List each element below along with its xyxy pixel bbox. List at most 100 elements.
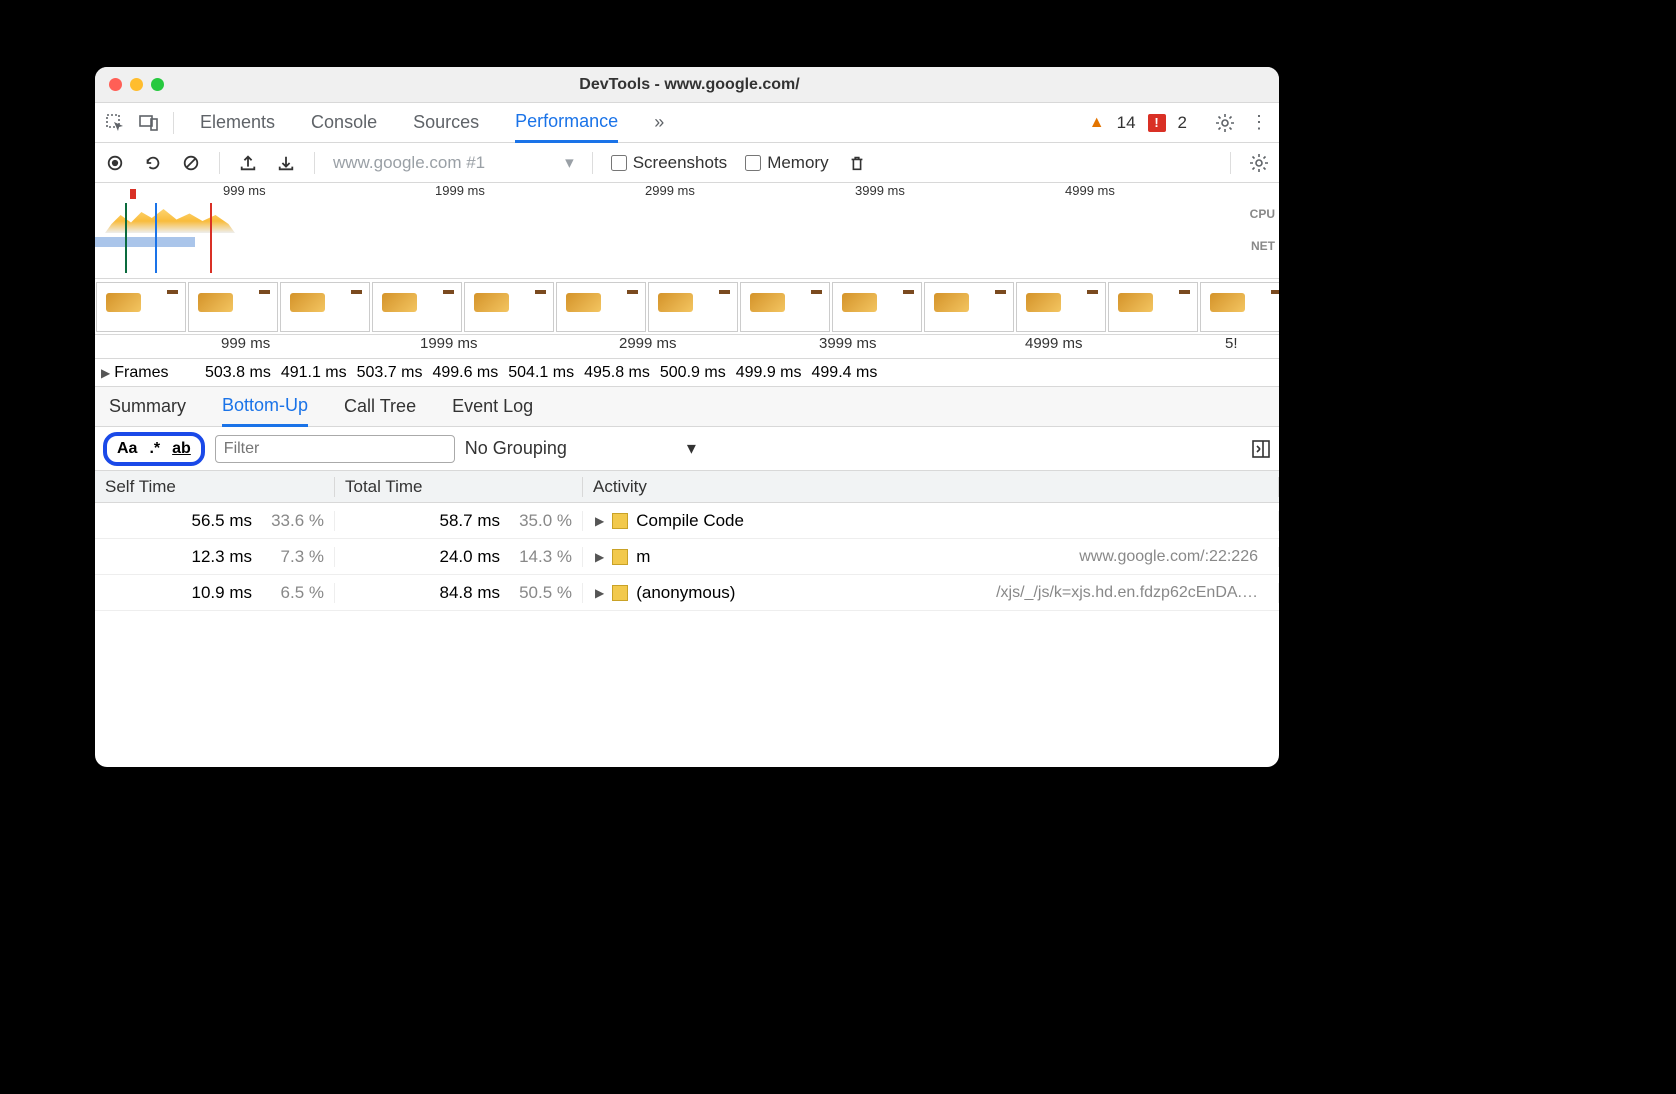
marker-line (125, 203, 127, 273)
expand-triangle-icon[interactable]: ▶ (595, 514, 604, 528)
tab-more[interactable]: » (654, 104, 664, 141)
frames-track[interactable]: ▶ Frames 503.8 ms 491.1 ms 503.7 ms 499.… (95, 359, 1279, 387)
frame-time: 499.9 ms (736, 364, 802, 382)
load-profile-icon[interactable] (238, 153, 258, 173)
filter-bar: Aa .* ab No Grouping ▾ (95, 427, 1279, 471)
tick: 4999 ms (1025, 335, 1083, 352)
screenshot-thumbnails[interactable] (95, 279, 1279, 335)
cell-activity: ▶ (anonymous) /xjs/_/js/k=xjs.hd.en.fdzp… (583, 583, 1279, 603)
tab-summary[interactable]: Summary (109, 388, 186, 425)
screenshots-label: Screenshots (633, 153, 728, 173)
tick: 2999 ms (645, 183, 695, 198)
bottom-up-table: Self Time Total Time Activity 56.5 ms 33… (95, 471, 1279, 767)
col-total-time[interactable]: Total Time (335, 477, 583, 497)
separator (1230, 152, 1231, 174)
expand-triangle-icon[interactable]: ▶ (595, 586, 604, 600)
thumbnail[interactable] (648, 282, 738, 332)
performance-toolbar: www.google.com #1 ▾ Screenshots Memory (95, 143, 1279, 183)
thumbnail[interactable] (1200, 282, 1279, 332)
overview-side-labels: CPU NET (1250, 207, 1275, 271)
settings-gear-icon[interactable] (1215, 113, 1235, 133)
frame-time: 500.9 ms (660, 364, 726, 382)
screenshots-checkbox-input[interactable] (611, 155, 627, 171)
capture-settings-gear-icon[interactable] (1249, 153, 1269, 173)
frame-time: 491.1 ms (281, 364, 347, 382)
main-tabs: Elements Console Sources Performance » (200, 103, 664, 143)
memory-checkbox[interactable]: Memory (745, 153, 828, 173)
chevron-down-icon: ▾ (687, 438, 696, 459)
thumbnail[interactable] (832, 282, 922, 332)
thumbnail[interactable] (1108, 282, 1198, 332)
regex-button[interactable]: .* (149, 440, 160, 458)
grouping-selector[interactable]: No Grouping ▾ (465, 438, 696, 459)
inspect-element-icon[interactable] (105, 113, 125, 133)
thumbnail[interactable] (556, 282, 646, 332)
timeline-overview[interactable]: 999 ms 1999 ms 2999 ms 3999 ms 4999 ms C… (95, 183, 1279, 279)
reload-icon[interactable] (143, 153, 163, 173)
net-label: NET (1250, 239, 1275, 253)
tab-call-tree[interactable]: Call Tree (344, 388, 416, 425)
frames-values: 503.8 ms 491.1 ms 503.7 ms 499.6 ms 504.… (205, 364, 1279, 382)
thumbnail[interactable] (372, 282, 462, 332)
garbage-collect-icon[interactable] (847, 153, 867, 173)
thumbnail[interactable] (740, 282, 830, 332)
source-link[interactable]: www.google.com/:22:226 (1079, 548, 1258, 566)
filter-input[interactable] (215, 435, 455, 463)
cpu-label: CPU (1250, 207, 1275, 221)
thumbnail[interactable] (1016, 282, 1106, 332)
tab-performance[interactable]: Performance (515, 103, 618, 143)
clear-icon[interactable] (181, 153, 201, 173)
match-whole-word-button[interactable]: ab (172, 440, 191, 458)
thumbnail[interactable] (188, 282, 278, 332)
activity-name: (anonymous) (636, 583, 735, 603)
scripting-swatch-icon (612, 585, 628, 601)
detail-tabs: Summary Bottom-Up Call Tree Event Log (95, 387, 1279, 427)
source-link[interactable]: /xjs/_/js/k=xjs.hd.en.fdzp62cEnDA.… (996, 584, 1258, 602)
tick: 3999 ms (855, 183, 905, 198)
thumbnail[interactable] (280, 282, 370, 332)
frames-label: Frames (114, 364, 168, 382)
scripting-swatch-icon (612, 549, 628, 565)
separator (592, 152, 593, 174)
thumbnail[interactable] (96, 282, 186, 332)
save-profile-icon[interactable] (276, 153, 296, 173)
marker-line (210, 203, 212, 273)
issues-badges[interactable]: ▲ 14 ! 2 (1089, 113, 1187, 133)
show-heaviest-stack-icon[interactable] (1251, 439, 1271, 459)
separator (314, 152, 315, 174)
tab-bottom-up[interactable]: Bottom-Up (222, 387, 308, 427)
match-case-button[interactable]: Aa (117, 440, 137, 458)
cell-self-time: 56.5 ms 33.6 % (95, 511, 335, 531)
tick: 1999 ms (435, 183, 485, 198)
tab-elements[interactable]: Elements (200, 104, 275, 141)
profile-selector[interactable]: www.google.com #1 ▾ (333, 153, 574, 173)
table-row[interactable]: 10.9 ms 6.5 % 84.8 ms 50.5 % ▶ (anonymou… (95, 575, 1279, 611)
table-row[interactable]: 12.3 ms 7.3 % 24.0 ms 14.3 % ▶ m www.goo… (95, 539, 1279, 575)
record-icon[interactable] (105, 153, 125, 173)
flamechart-ruler[interactable]: 999 ms 1999 ms 2999 ms 3999 ms 4999 ms 5… (95, 335, 1279, 359)
screenshots-checkbox[interactable]: Screenshots (611, 153, 728, 173)
error-square-icon: ! (1148, 114, 1166, 132)
kebab-menu-icon[interactable]: ⋮ (1249, 113, 1269, 133)
thumbnail[interactable] (464, 282, 554, 332)
cell-self-time: 10.9 ms 6.5 % (95, 583, 335, 603)
col-self-time[interactable]: Self Time (95, 477, 335, 497)
expand-triangle-icon[interactable]: ▶ (595, 550, 604, 564)
error-count: 2 (1178, 113, 1187, 133)
table-row[interactable]: 56.5 ms 33.6 % 58.7 ms 35.0 % ▶ Compile … (95, 503, 1279, 539)
tab-sources[interactable]: Sources (413, 104, 479, 141)
activity-name: Compile Code (636, 511, 744, 531)
tab-console[interactable]: Console (311, 104, 377, 141)
cell-activity: ▶ m www.google.com/:22:226 (583, 547, 1279, 567)
tab-event-log[interactable]: Event Log (452, 388, 533, 425)
memory-label: Memory (767, 153, 828, 173)
frame-time: 503.8 ms (205, 364, 271, 382)
expand-triangle-icon[interactable]: ▶ (101, 366, 110, 380)
frames-track-header[interactable]: ▶ Frames (95, 364, 205, 382)
device-toolbar-icon[interactable] (139, 113, 159, 133)
col-activity[interactable]: Activity (583, 477, 1279, 497)
memory-checkbox-input[interactable] (745, 155, 761, 171)
cpu-waveform (95, 203, 1239, 253)
filter-modifiers-highlight: Aa .* ab (103, 432, 205, 466)
thumbnail[interactable] (924, 282, 1014, 332)
